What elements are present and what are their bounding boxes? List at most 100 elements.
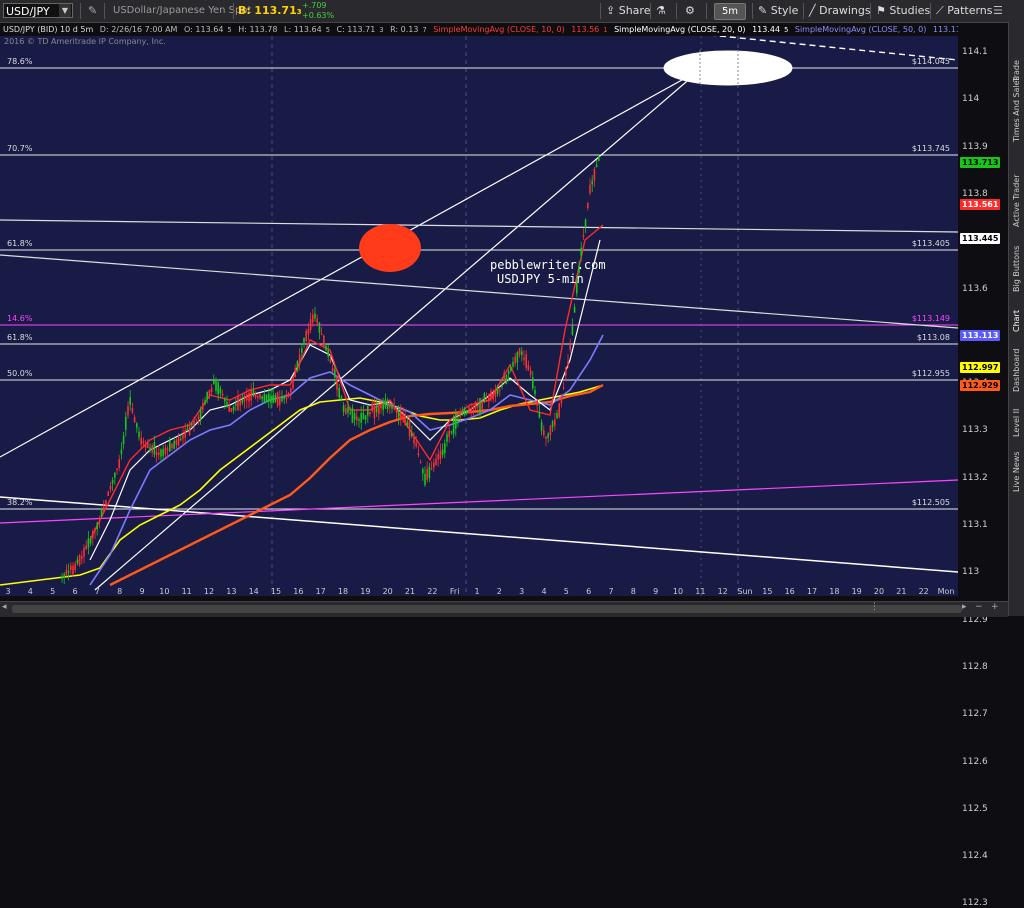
zoom-in-icon[interactable]: +: [991, 602, 999, 612]
candle-body: [373, 402, 376, 419]
chart-plot-area[interactable]: 78.6% $114.045 70.7% $113.745 61.8% $113.405 1…: [0, 21, 959, 596]
change-value: +.709: [302, 1, 327, 10]
candle-body: [499, 390, 501, 392]
candle-body: [382, 404, 384, 410]
style-menu[interactable]: ✎ Style: [758, 0, 798, 22]
price-axis[interactable]: 114.1114113.9113.8113.7113.6113.5113.411…: [958, 36, 1008, 908]
sma10-legend[interactable]: SimpleMovingAvg (CLOSE, 10, 0) 113.56 1: [433, 25, 607, 34]
candle-body: [246, 394, 248, 401]
candle-body: [283, 396, 285, 400]
candle-body: [250, 389, 252, 401]
candle-body: [118, 459, 120, 468]
flask-icon[interactable]: ⚗: [656, 0, 666, 22]
candle-body: [142, 440, 145, 444]
candle-body: [353, 413, 356, 420]
candle-body: [446, 434, 448, 442]
bar-date: D: 2/26/16 7:00 AM: [99, 25, 178, 34]
menu-icon[interactable]: ☰: [993, 0, 1003, 22]
price-tick-label: 112.5: [962, 803, 988, 814]
candle-body: [479, 398, 481, 415]
style-icon: ✎: [758, 4, 768, 17]
divider: [233, 3, 234, 19]
scroll-handle-icon[interactable]: ⋮: [870, 602, 879, 612]
time-tick-label: 7: [94, 587, 100, 596]
candle-body: [111, 479, 114, 484]
candle-body: [294, 367, 296, 377]
candle-body: [270, 395, 272, 403]
candle-body: [173, 441, 175, 449]
scrollbar-thumb[interactable]: [12, 605, 962, 613]
candle-body: [74, 563, 76, 571]
candle-body: [514, 356, 516, 364]
candle-body: [65, 569, 68, 576]
fib-level-label: 61.8%: [7, 333, 33, 342]
horizontal-scrollbar[interactable]: ◂ ⋮ ▸ − +: [0, 601, 1008, 617]
time-tick-label: Mon: [937, 587, 955, 596]
divider: [870, 3, 871, 19]
candle-body: [338, 387, 340, 398]
scroll-right-icon[interactable]: ▸: [962, 602, 967, 612]
candle-body: [481, 402, 483, 411]
sma50-legend[interactable]: SimpleMovingAvg (CLOSE, 50, 0) 113.113: [795, 25, 958, 34]
candle-body: [598, 156, 600, 161]
price-tick-label: 112.4: [962, 851, 988, 862]
trendline-falling-2: [0, 496, 959, 573]
candle-body: [254, 394, 257, 398]
time-tick-label: 2: [496, 587, 502, 596]
scroll-left-icon[interactable]: ◂: [2, 602, 7, 612]
candle-body: [318, 322, 321, 333]
candle-body: [492, 394, 494, 400]
time-tick-label: 16: [293, 587, 304, 596]
fib-level-value: $112.505: [911, 498, 950, 507]
dropdown-arrow-icon[interactable]: ▼: [59, 4, 71, 17]
price-tick-label: 113.1: [962, 520, 988, 530]
zoom-out-icon[interactable]: −: [975, 602, 983, 612]
candle-body: [358, 419, 360, 421]
candle-body: [417, 453, 420, 456]
candle-body: [323, 335, 325, 347]
candle-body: [63, 574, 65, 578]
candle-body: [426, 468, 428, 480]
candle-body: [67, 571, 70, 573]
time-tick-label: 5: [563, 587, 569, 596]
candle-body: [252, 389, 255, 397]
candle-body: [450, 431, 453, 433]
chart-info-bar: USD/JPY (BID) 10 d 5m D: 2/26/16 7:00 AM…: [0, 23, 958, 36]
time-tick-label: 5: [50, 587, 56, 596]
time-tick-label: 6: [72, 587, 78, 596]
price-tick-label: 113.6: [962, 283, 988, 294]
candle-body: [202, 403, 204, 411]
studies-menu[interactable]: ⚑ Studies: [876, 0, 930, 22]
candle-body: [364, 415, 367, 420]
candle-body: [133, 416, 136, 423]
candle-body: [195, 419, 197, 421]
candle-body: [536, 400, 538, 406]
gear-icon[interactable]: ⚙: [685, 0, 695, 22]
time-tick-label: 20: [382, 587, 393, 596]
symbol-selector[interactable]: USD/JPY ▼: [3, 3, 73, 18]
candle-body: [488, 394, 490, 401]
candle-body: [301, 348, 303, 353]
divider: [706, 3, 707, 19]
candle-body: [589, 184, 591, 194]
candle-body: [345, 408, 347, 414]
candle-body: [241, 398, 244, 403]
candle-body: [386, 404, 389, 410]
divider: [676, 3, 677, 19]
time-tick-label: 17: [806, 587, 818, 596]
sma20-legend[interactable]: SimpleMovingAvg (CLOSE, 20, 0) 113.44 5: [614, 25, 788, 34]
timeframe-button[interactable]: 5m: [714, 3, 746, 20]
candle-body: [298, 354, 301, 365]
candle-body: [356, 416, 358, 421]
candle-body: [259, 393, 261, 399]
share-button[interactable]: ⇪ Share: [606, 0, 650, 22]
pencil-icon[interactable]: ✎: [88, 0, 97, 22]
candle-body: [191, 423, 193, 426]
price-tick-label: 112.6: [962, 756, 988, 767]
time-tick-label: 6: [586, 587, 592, 596]
time-tick-label: 10: [672, 587, 684, 596]
price-tick-label: 113.3: [962, 425, 988, 436]
candle-body: [501, 385, 503, 387]
patterns-menu[interactable]: ⟋ Patterns: [936, 0, 993, 22]
drawings-menu[interactable]: ╱ Drawings: [809, 0, 871, 22]
